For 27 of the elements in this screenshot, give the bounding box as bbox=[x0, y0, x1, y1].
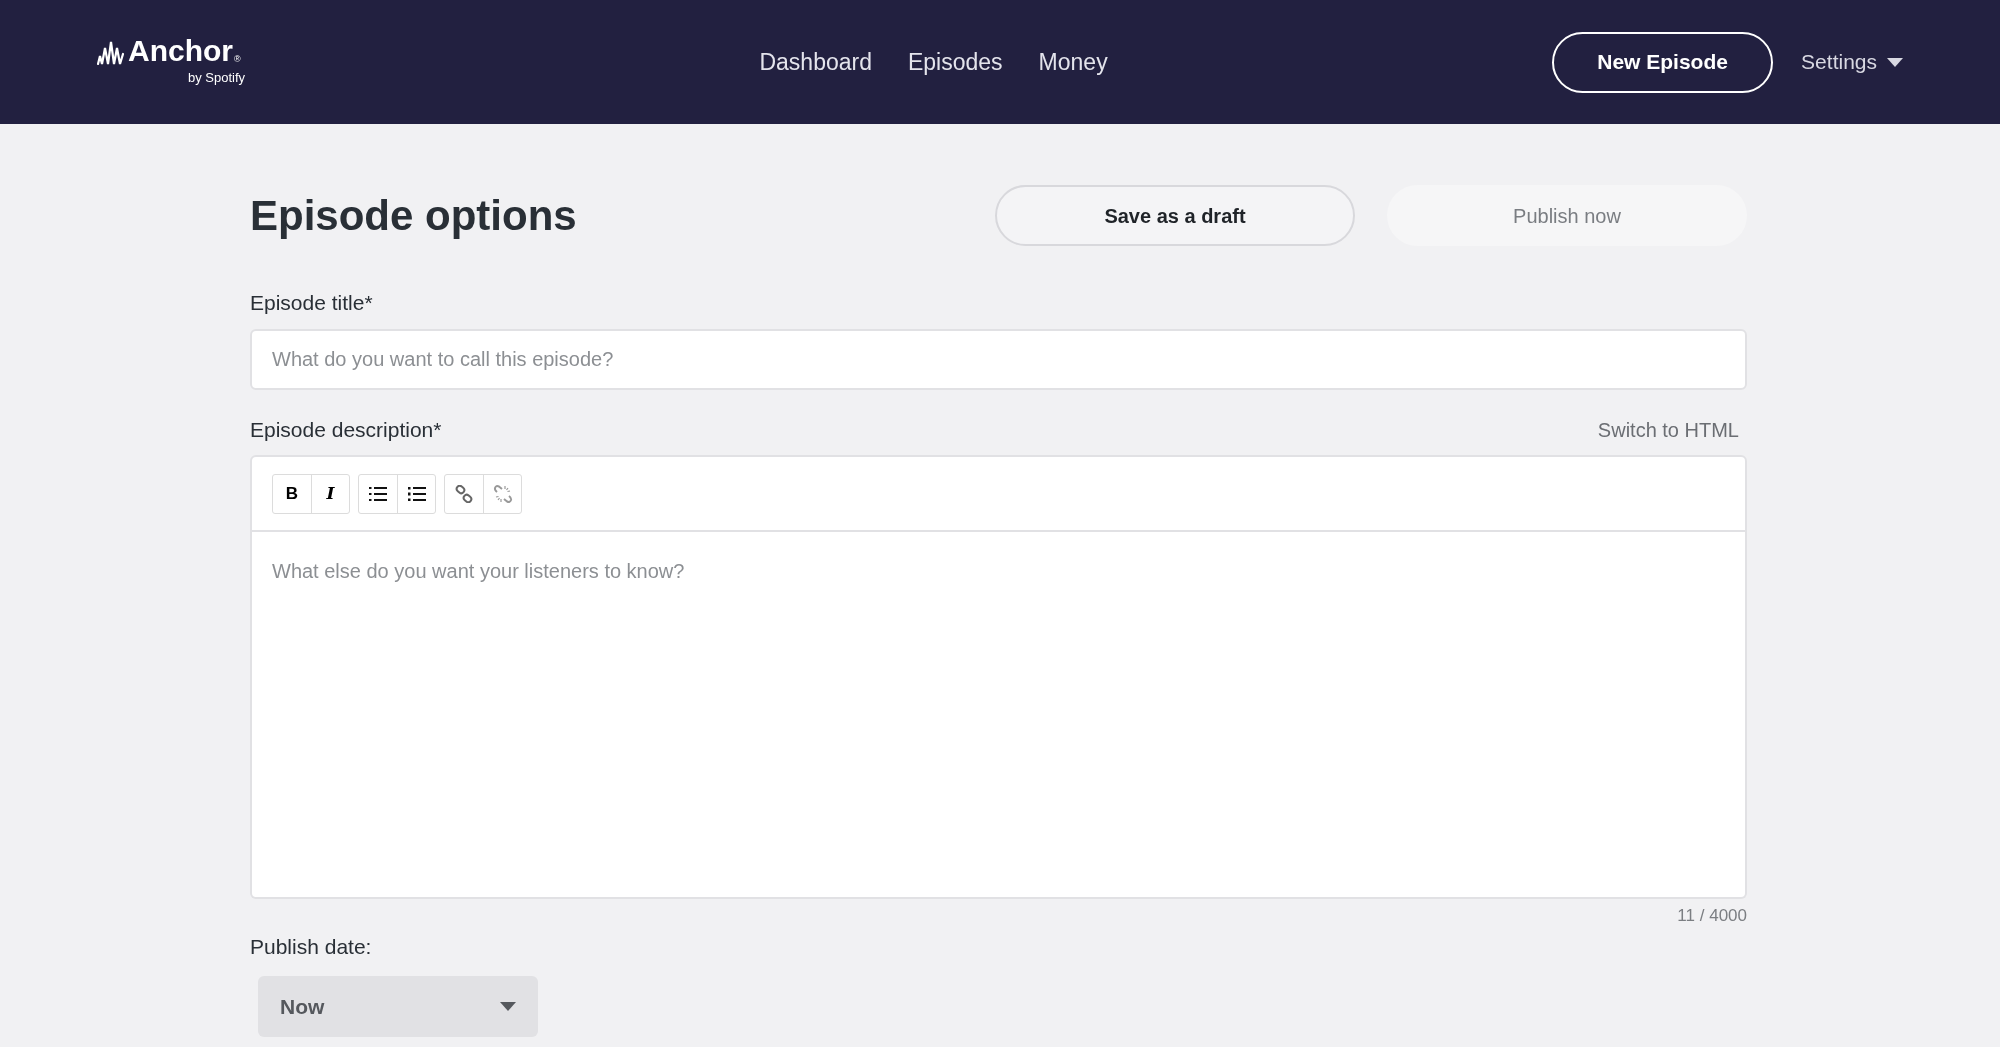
logo-wordmark: Anchor bbox=[128, 36, 233, 67]
page-title: Episode options bbox=[250, 191, 578, 241]
settings-menu-button[interactable]: Settings bbox=[1801, 46, 1903, 78]
description-text-area[interactable]: What else do you want your listeners to know? bbox=[250, 532, 1747, 899]
nav-link[interactable]: Money bbox=[1038, 44, 1108, 80]
bullet-list-icon bbox=[369, 486, 387, 501]
new-episode-button[interactable]: New Episode bbox=[1552, 31, 1774, 93]
publish-date-select[interactable]: Now bbox=[258, 976, 538, 1037]
field-label: Episode description* bbox=[250, 416, 442, 443]
nav-link[interactable]: Episodes bbox=[908, 44, 1003, 80]
caret-down-icon bbox=[500, 1002, 516, 1011]
italic-button[interactable]: I bbox=[311, 474, 349, 513]
link-icon bbox=[455, 484, 473, 503]
episode-title-input[interactable]: What do you want to call this episode? bbox=[250, 328, 1747, 390]
registered-mark: ® bbox=[234, 52, 241, 66]
caret-down-icon bbox=[1887, 57, 1903, 67]
field-label: Episode title* bbox=[250, 290, 374, 316]
logo-tagline: by Spotify bbox=[187, 69, 245, 88]
field-label: Publish date: bbox=[250, 933, 373, 960]
bold-button[interactable]: B bbox=[273, 474, 311, 513]
action-button[interactable]: Save as a draft bbox=[995, 185, 1355, 246]
sound-wave-icon bbox=[97, 40, 124, 67]
broken-link-icon bbox=[492, 483, 513, 504]
nav-link[interactable]: Dashboard bbox=[759, 44, 872, 80]
switch-to-html-link[interactable]: Switch to HTML bbox=[1597, 415, 1739, 445]
character-counter: 11 / 4000 bbox=[1677, 905, 1747, 927]
numbered-list-icon bbox=[407, 486, 426, 501]
